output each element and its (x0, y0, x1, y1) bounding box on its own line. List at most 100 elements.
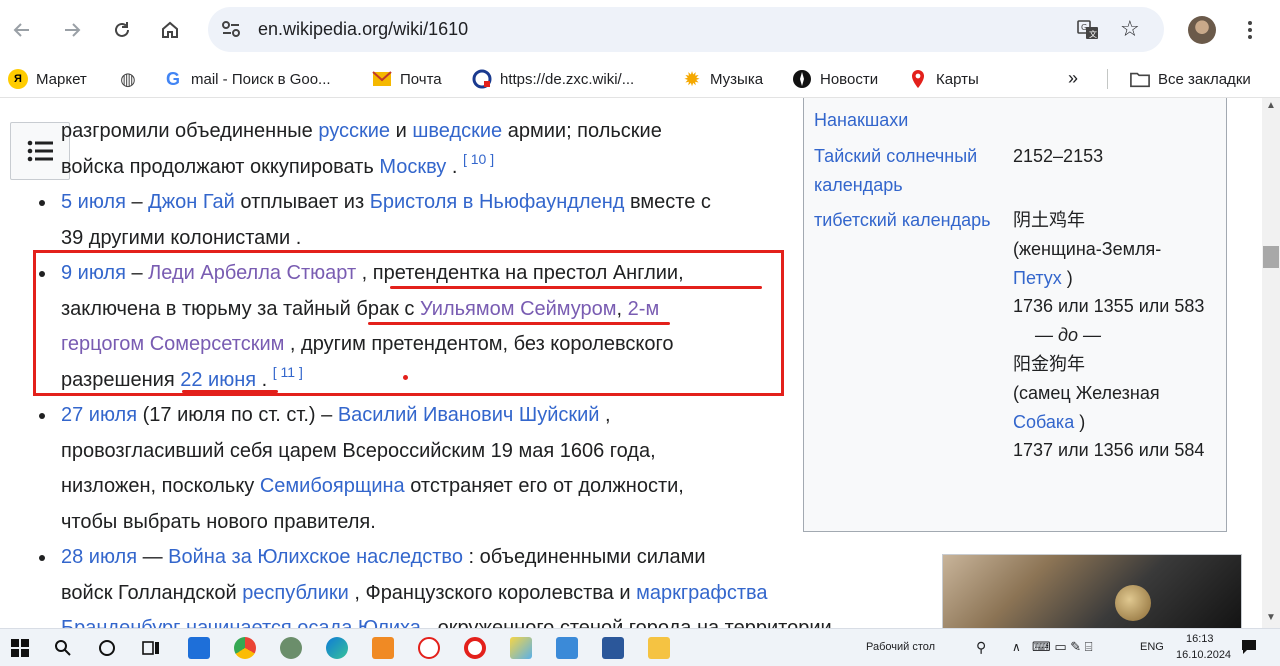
bookmark-star-icon[interactable]: ☆ (1120, 16, 1140, 42)
link-2nd-duke-somerset[interactable]: 2-м (628, 298, 660, 320)
language-indicator[interactable]: ENG (1140, 641, 1164, 653)
red-underline (182, 390, 278, 393)
app-circle-icon[interactable] (280, 637, 302, 659)
bookmark-google-mail[interactable]: G mail - Поиск в Goo... (163, 69, 331, 89)
bookmarks-divider (1107, 69, 1108, 89)
calendar-infobox: Нанакшахи Тайский солнечный календарь 21… (803, 98, 1227, 532)
link-date-jul9[interactable]: 9 июля (61, 262, 126, 284)
url-text[interactable]: en.wikipedia.org/wiki/1610 (258, 19, 468, 40)
bookmarks-bar: Я Маркет ◍ G mail - Поиск в Goo... Почта… (0, 60, 1280, 98)
infobox-label-thai-solar[interactable]: Тайский солнечный календарь (814, 142, 1006, 200)
link-dog[interactable]: Собака (1013, 412, 1074, 432)
bookmark-globe[interactable]: ◍ (118, 69, 138, 89)
windows-start-icon[interactable] (11, 639, 29, 657)
home-icon (162, 21, 178, 38)
link-vasily-shuisky[interactable]: Василий Иванович Шуйский (338, 404, 600, 426)
clock-time[interactable]: 16:13 (1186, 633, 1214, 645)
infobox-value-thai-solar: 2152–2153 (1013, 146, 1104, 166)
page-scrollbar[interactable] (1262, 98, 1280, 628)
link-arbella-stuart[interactable]: Леди Арбелла Стюарт (148, 262, 356, 284)
infobox-label-tibetan[interactable]: тибетский календарь (814, 206, 1006, 235)
globe-icon: ◍ (120, 68, 136, 89)
list-item: 5 июля – Джон Гай отплывает из Бристоля … (36, 185, 896, 256)
link-date-jul27[interactable]: 27 июля (61, 404, 137, 426)
reload-icon (115, 22, 129, 37)
list-item: разгромили объединенные русские и шведск… (61, 120, 662, 178)
home-button[interactable] (154, 14, 186, 46)
link-brandenburg-julich-siege[interactable]: Бранденбург начинается осада Юлиха (61, 617, 421, 628)
scroll-down-arrow-icon[interactable]: ▼ (1264, 612, 1278, 626)
reload-button[interactable] (106, 14, 138, 46)
chrome-icon[interactable] (234, 637, 256, 659)
list-item: 9 июля – Леди Арбелла Стюарт , претенден… (36, 256, 896, 398)
bookmark-maps[interactable]: Карты (908, 69, 979, 89)
link-duke-somerset[interactable]: герцогом Сомерсетским (61, 333, 284, 355)
svg-text:文: 文 (1089, 29, 1097, 39)
arrow-left-icon (13, 23, 29, 37)
svg-text:G: G (1081, 23, 1087, 32)
reference-10[interactable]: [ 10 ] (463, 151, 494, 167)
link-republic[interactable]: республики (242, 582, 349, 604)
edge-icon[interactable] (326, 637, 348, 659)
link-rooster[interactable]: Петух (1013, 268, 1062, 288)
link-russian[interactable]: русские (318, 120, 390, 142)
tray-icons[interactable]: ⌨ ▭ ✎ ⌸ (1032, 639, 1093, 655)
media-player-icon[interactable] (372, 637, 394, 659)
list-item: 28 июля — Война за Юлихское наследство :… (36, 540, 896, 628)
link-julich-succession-war[interactable]: Война за Юлихское наследство (168, 546, 463, 568)
link-date-jun22[interactable]: 22 июня (180, 369, 256, 391)
link-john-guy[interactable]: Джон Гай (148, 191, 235, 213)
word-icon[interactable] (602, 637, 624, 659)
control-panel-icon[interactable] (556, 637, 578, 659)
profile-avatar[interactable] (1188, 16, 1216, 44)
cortana-icon[interactable] (98, 639, 116, 657)
mail-icon (372, 69, 392, 89)
link-bristol-newfoundland[interactable]: Бристоля в Ньюфаундленд (370, 191, 625, 213)
notifications-icon[interactable] (1241, 639, 1257, 655)
windows-taskbar: Рабочий стол ⚲ ∧ ⌨ ▭ ✎ ⌸ ENG 16:13 16.10… (0, 628, 1280, 666)
file-explorer-icon[interactable] (648, 637, 670, 659)
translate-icon[interactable]: G文 (1076, 18, 1100, 42)
bookmark-pochta[interactable]: Почта (372, 69, 442, 89)
link-date-jul5[interactable]: 5 июля (61, 191, 126, 213)
link-seven-boyars[interactable]: Семибоярщина (260, 475, 405, 497)
people-icon[interactable]: ⚲ (976, 639, 986, 656)
bookmarks-overflow-chevron-icon[interactable]: » (1068, 68, 1078, 89)
forward-button[interactable] (56, 14, 88, 46)
reference-11[interactable]: [ 11 ] (273, 364, 303, 380)
zxc-icon (472, 69, 492, 89)
scrollbar-thumb[interactable] (1263, 246, 1279, 268)
all-bookmarks-button[interactable]: Все закладки (1130, 69, 1251, 89)
browser-toolbar: en.wikipedia.org/wiki/1610 G文 ☆ (0, 0, 1280, 60)
paint-icon[interactable] (510, 637, 532, 659)
link-date-jul28[interactable]: 28 июля (61, 546, 137, 568)
bookmark-music[interactable]: ✹ Музыка (682, 69, 763, 91)
link-moscow[interactable]: Москву (379, 156, 446, 178)
opera-icon[interactable] (464, 637, 486, 659)
link-william-seymour[interactable]: Уильямом Сеймуром (420, 298, 617, 320)
red-underline (368, 322, 670, 325)
folder-icon (1130, 69, 1150, 89)
search-icon[interactable] (54, 639, 72, 657)
yandex-icon[interactable] (418, 637, 440, 659)
infobox-label-nanakshahi[interactable]: Нанакшахи (814, 106, 1006, 135)
planet-thumbnail-image[interactable] (942, 554, 1242, 628)
link-swedish[interactable]: шведские (412, 120, 502, 142)
scroll-up-arrow-icon[interactable]: ▲ (1264, 100, 1278, 114)
clock-date[interactable]: 16.10.2024 (1176, 649, 1231, 661)
moon-shape (1115, 585, 1151, 621)
tray-overflow-chevron-icon[interactable]: ∧ (1012, 640, 1021, 654)
browser-menu-icon[interactable] (1240, 14, 1260, 46)
bookmark-news[interactable]: Новости (792, 69, 878, 89)
site-settings-icon[interactable] (220, 18, 242, 40)
mail-app-icon[interactable] (188, 637, 210, 659)
market-icon: Я (8, 69, 28, 89)
bookmark-market[interactable]: Я Маркет (8, 69, 87, 89)
desktop-toolbar-label[interactable]: Рабочий стол (866, 641, 935, 653)
back-button[interactable] (6, 14, 38, 46)
task-view-icon[interactable] (142, 639, 160, 657)
bookmark-zxc-wiki[interactable]: https://de.zxc.wiki/... (472, 69, 634, 89)
wikipedia-page: разгромили объединенные русские и шведск… (0, 98, 1262, 628)
address-bar[interactable]: en.wikipedia.org/wiki/1610 G文 ☆ (208, 7, 1164, 52)
link-margraviate[interactable]: маркграфства (636, 582, 767, 604)
